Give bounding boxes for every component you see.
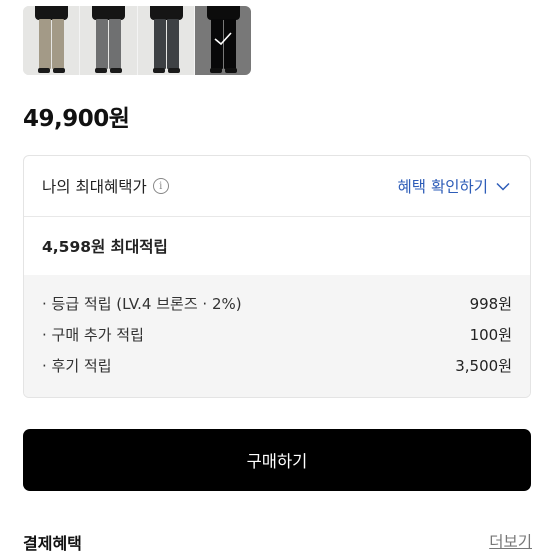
thumbnail-option-3[interactable] (136, 6, 194, 75)
pants-leg (52, 19, 64, 69)
check-benefit-link[interactable]: 혜택 확인하기 (398, 175, 511, 197)
chevron-down-icon (496, 182, 510, 191)
check-icon (214, 32, 232, 46)
points-row-amount: 100원 (469, 326, 512, 344)
points-breakdown: · 등급 적립 (LV.4 브론즈 · 2%) 998원 · 구매 추가 적립 … (24, 275, 530, 397)
benefit-card-header: 나의 최대혜택가 i 혜택 확인하기 (24, 156, 530, 217)
my-max-benefit-title: 나의 최대혜택가 (42, 178, 147, 196)
product-thumbnail-strip (23, 6, 251, 75)
thumbnail-option-4-selected[interactable] (193, 6, 251, 75)
model-figure (92, 6, 126, 20)
points-row-amount: 3,500원 (455, 357, 512, 375)
pants-leg (109, 19, 122, 69)
pants-leg (153, 19, 166, 69)
points-row: · 등급 적립 (LV.4 브론즈 · 2%) 998원 (42, 288, 512, 319)
pants-leg (96, 19, 109, 69)
points-row-label: · 구매 추가 적립 (42, 326, 144, 344)
info-icon[interactable]: i (152, 178, 169, 194)
benefit-card: 나의 최대혜택가 i 혜택 확인하기 4,598원 최대적립 · 등급 적립 (… (23, 155, 531, 398)
model-figure (35, 6, 68, 20)
pants-leg (39, 19, 51, 69)
check-benefit-label: 혜택 확인하기 (397, 178, 489, 196)
max-points-text: 4,598원 최대적립 (42, 238, 168, 256)
points-row-label: · 등급 적립 (LV.4 브론즈 · 2%) (42, 295, 242, 313)
model-figure (149, 6, 183, 20)
buy-button[interactable]: 구매하기 (23, 429, 531, 491)
thumbnail-option-1[interactable] (23, 6, 80, 75)
more-link[interactable]: 더보기 (489, 530, 532, 552)
points-row-label: · 후기 적립 (42, 357, 112, 375)
payment-benefits-title: 결제혜택 (23, 534, 82, 553)
points-row: · 구매 추가 적립 100원 (42, 319, 512, 350)
points-row: · 후기 적립 3,500원 (42, 350, 512, 381)
product-price: 49,900원 (23, 106, 130, 132)
thumbnail-option-2[interactable] (79, 6, 137, 75)
points-row-amount: 998원 (469, 295, 512, 313)
pants-leg (166, 19, 179, 69)
